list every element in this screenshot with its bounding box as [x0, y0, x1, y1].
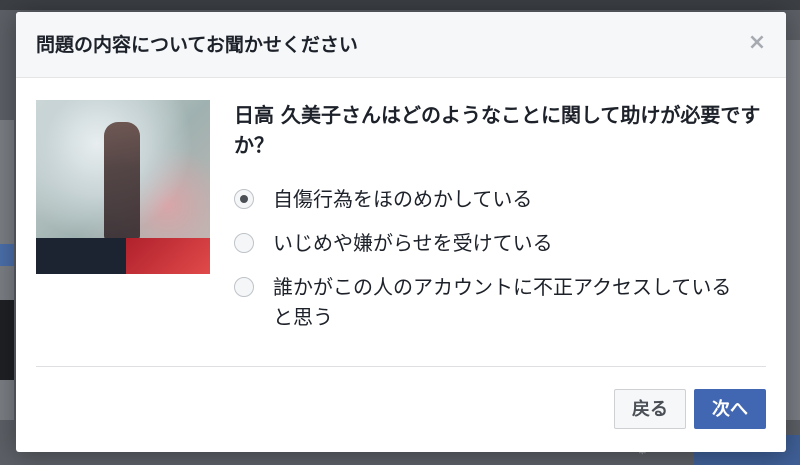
profile-photo: [36, 100, 210, 274]
dialog-header: 問題の内容についてお聞かせください ×: [16, 12, 786, 78]
footer-divider: [36, 366, 766, 367]
radio-button[interactable]: [234, 233, 254, 253]
background-thumbnail: [0, 300, 14, 380]
dialog-title: 問題の内容についてお聞かせください: [36, 34, 358, 56]
radio-button[interactable]: [234, 189, 254, 209]
profile-photo-figure: [104, 122, 140, 240]
profile-photo-banner-accent: [126, 238, 210, 274]
options-list: 自傷行為をほのめかしている いじめや嫌がらせを受けている 誰かがこの人のアカウン…: [234, 184, 764, 346]
option-self-harm[interactable]: 自傷行為をほのめかしている: [234, 184, 764, 214]
background-card-right: [786, 40, 800, 420]
next-button[interactable]: 次へ: [694, 389, 766, 429]
background-top-bar: [0, 0, 800, 10]
radio-button[interactable]: [234, 277, 254, 297]
background-edit-icon: [0, 244, 14, 266]
option-label: 自傷行為をほのめかしている: [273, 187, 533, 211]
question-text: 日高 久美子さんはどのようなことに関して助けが必要ですか？: [234, 103, 761, 157]
back-button[interactable]: 戻る: [614, 389, 686, 429]
option-bullying[interactable]: いじめや嫌がらせを受けている: [234, 228, 764, 258]
close-icon[interactable]: ×: [746, 32, 768, 54]
option-account-compromised[interactable]: 誰かがこの人のアカウントに不正アクセスしていると思う: [234, 272, 764, 332]
report-dialog: 問題の内容についてお聞かせください × 日高 久美子さんはどのようなことに関して…: [16, 12, 786, 452]
option-label: 誰かがこの人のアカウントに不正アクセスしていると思う: [273, 275, 732, 329]
option-label: いじめや嫌がらせを受けている: [273, 231, 553, 255]
